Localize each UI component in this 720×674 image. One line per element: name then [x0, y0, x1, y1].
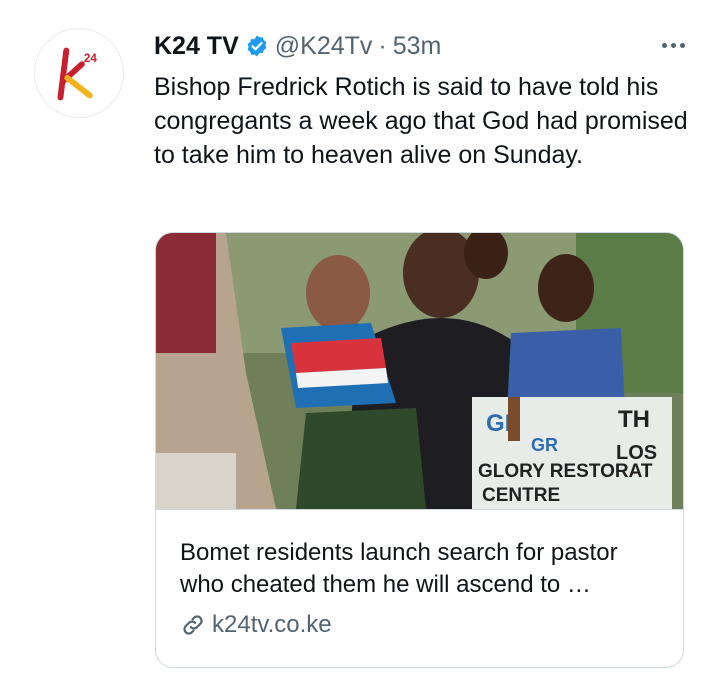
- link-icon: [180, 612, 206, 638]
- tweet-header: K24 TV @K24Tv · 53m: [154, 28, 690, 64]
- k24-logo: 24: [57, 47, 98, 101]
- svg-text:TH: TH: [618, 406, 650, 433]
- avatar[interactable]: 24: [34, 28, 124, 118]
- svg-text:CENTRE: CENTRE: [482, 485, 560, 506]
- svg-text:GLORY RESTORAT: GLORY RESTORAT: [478, 461, 653, 482]
- card-domain-link[interactable]: k24tv.co.ke: [180, 609, 332, 641]
- timestamp[interactable]: 53m: [393, 32, 442, 61]
- verified-badge-icon: [245, 34, 269, 58]
- link-card[interactable]: GL TH GR LOS GLORY RESTORAT CENTRE Bomet…: [155, 232, 684, 668]
- separator-dot: ·: [378, 31, 387, 60]
- tweet-text: Bishop Fredrick Rotich is said to have t…: [154, 73, 688, 169]
- svg-text:GR: GR: [531, 435, 558, 455]
- card-image[interactable]: GL TH GR LOS GLORY RESTORAT CENTRE: [156, 233, 683, 510]
- handle[interactable]: @K24Tv: [275, 32, 373, 61]
- display-name[interactable]: K24 TV: [154, 32, 239, 61]
- card-domain: k24tv.co.ke: [212, 611, 332, 638]
- card-title[interactable]: Bomet residents launch search for pastor…: [180, 537, 660, 601]
- svg-text:24: 24: [84, 52, 98, 65]
- more-horizontal-icon[interactable]: [656, 30, 690, 60]
